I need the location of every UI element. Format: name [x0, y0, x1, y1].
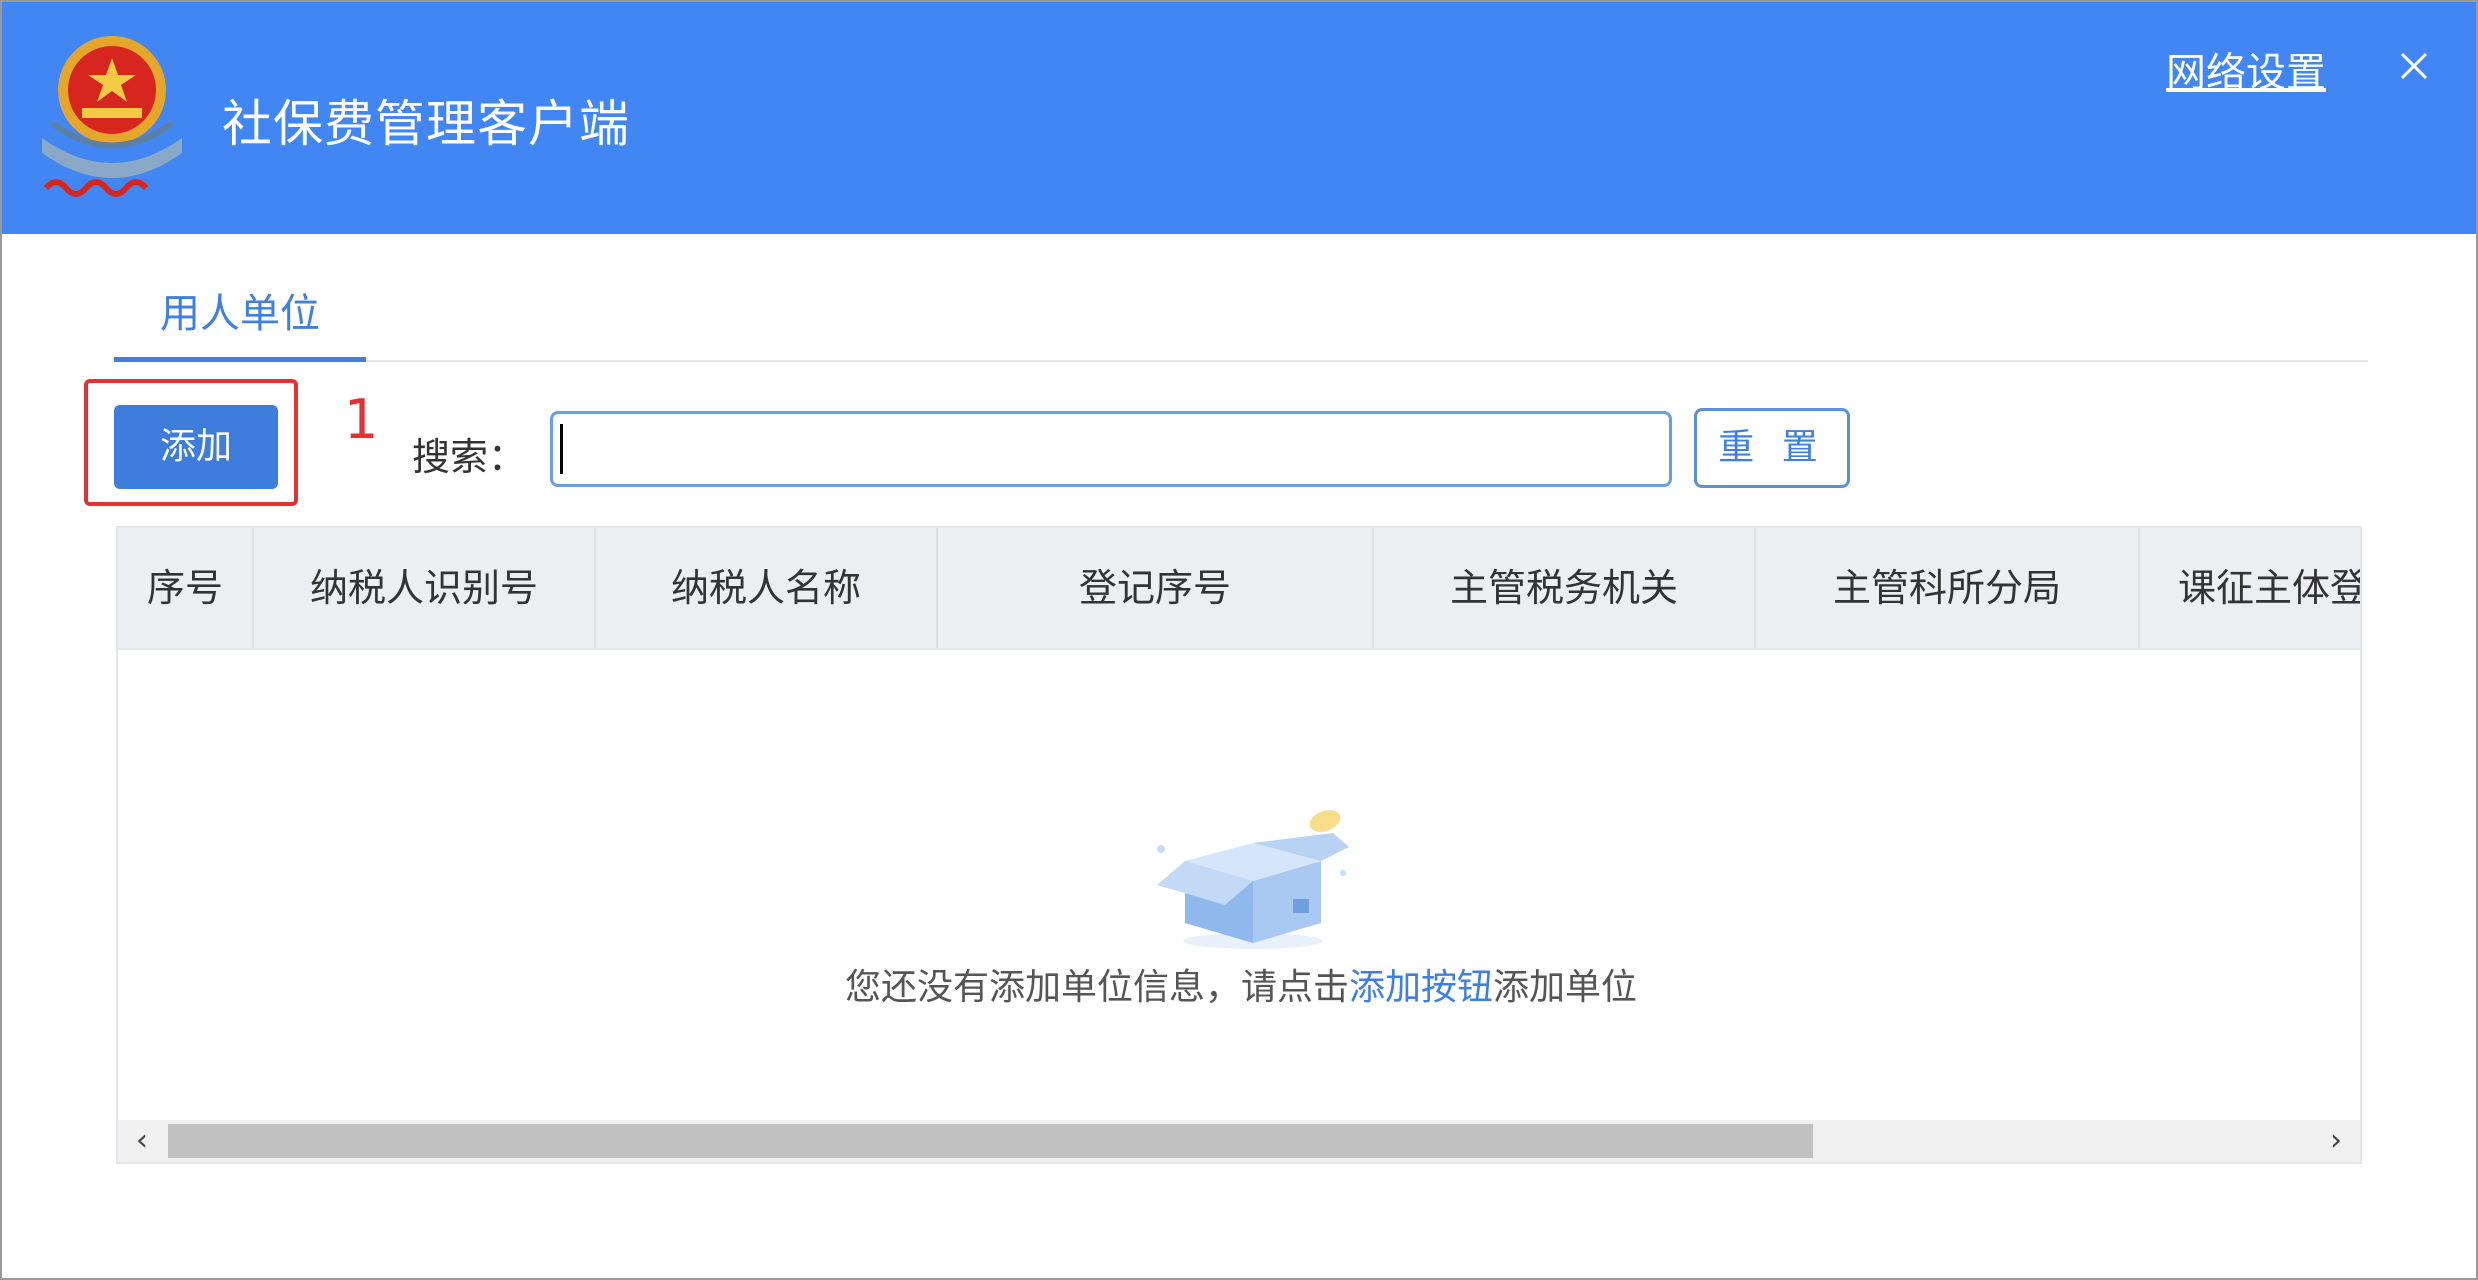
search-label: 搜索： [412, 435, 527, 479]
search-input[interactable] [550, 411, 1672, 487]
column-header-tax-branch[interactable]: 主管科所分局 [1756, 528, 2140, 648]
tab-employer[interactable]: 用人单位 [114, 274, 366, 362]
scroll-left-arrow-icon[interactable]: ‹ [124, 1120, 160, 1162]
title-bar: 社保费管理客户端 网络设置 [2, 2, 2476, 234]
column-header-taxpayer-name[interactable]: 纳税人名称 [596, 528, 938, 648]
annotation-step-number: 1 [344, 388, 379, 451]
client-window: 社保费管理客户端 网络设置 用人单位 添加 1 搜索： 重 置 序号 纳税人识别… [0, 0, 2478, 1280]
scrollbar-thumb[interactable] [168, 1124, 1813, 1158]
network-settings-link[interactable]: 网络设置 [2166, 40, 2326, 98]
scroll-right-arrow-icon[interactable]: › [2318, 1120, 2354, 1162]
text-caret [560, 424, 563, 474]
column-header-tax-authority[interactable]: 主管税务机关 [1374, 528, 1756, 648]
app-title: 社保费管理客户端 [222, 95, 630, 153]
table-header: 序号 纳税人识别号 纳税人名称 登记序号 主管税务机关 主管科所分局 课征主体登 [118, 528, 2360, 650]
empty-box-icon [1157, 810, 1349, 949]
column-header-levy-subject[interactable]: 课征主体登 [2140, 528, 2360, 648]
column-header-index[interactable]: 序号 [118, 528, 254, 648]
empty-text-suffix: 添加单位 [1493, 967, 1638, 1008]
tax-emblem-icon [42, 36, 182, 197]
empty-state-message: 您还没有添加单位信息，请点击添加按钮添加单位 [118, 958, 2360, 1010]
add-button[interactable]: 添加 [114, 405, 278, 489]
reset-button[interactable]: 重 置 [1694, 408, 1850, 488]
column-header-registration-no[interactable]: 登记序号 [938, 528, 1374, 648]
column-header-taxpayer-id[interactable]: 纳税人识别号 [254, 528, 596, 648]
tab-bar: 用人单位 [114, 274, 2368, 362]
employer-table: 序号 纳税人识别号 纳税人名称 登记序号 主管税务机关 主管科所分局 课征主体登… [116, 526, 2362, 1164]
horizontal-scrollbar[interactable]: ‹ › [118, 1120, 2360, 1162]
empty-state-add-link[interactable]: 添加按钮 [1349, 967, 1493, 1008]
empty-text-prefix: 您还没有添加单位信息，请点击 [844, 967, 1349, 1008]
close-icon[interactable] [2392, 44, 2436, 88]
